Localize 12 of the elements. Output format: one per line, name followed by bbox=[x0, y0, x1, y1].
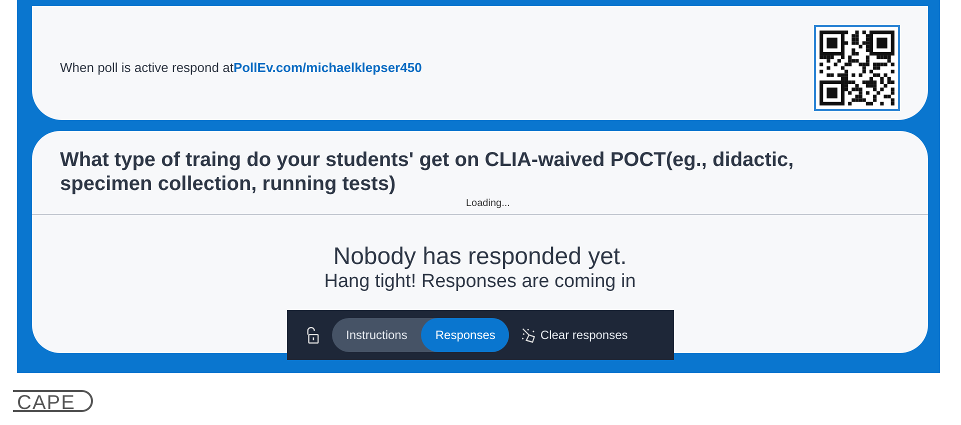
empty-title: Nobody has responded yet. bbox=[332, 243, 628, 271]
clear-responses-button[interactable]: Clear responses bbox=[521, 327, 628, 343]
broom-icon bbox=[521, 327, 538, 343]
unlock-icon[interactable] bbox=[305, 326, 320, 344]
cape-logo: CAPE bbox=[13, 390, 93, 412]
view-tab[interactable]: Responses bbox=[421, 318, 510, 352]
poll-link[interactable]: PollEv.com/michaelklepser450 bbox=[233, 60, 422, 74]
loading-text: Loading... bbox=[466, 198, 510, 209]
question-title: What type of traing do your students' get on CLIA-waived POCT(eg., didactic, specimen collection, running tests) bbox=[60, 148, 795, 196]
join-instruction: When poll is active respond atPollEv.com/michaelklepser450 bbox=[60, 60, 422, 74]
empty-subtitle: Hang tight! Responses are coming in bbox=[323, 271, 637, 293]
view-tab[interactable]: Instructions bbox=[332, 318, 422, 352]
